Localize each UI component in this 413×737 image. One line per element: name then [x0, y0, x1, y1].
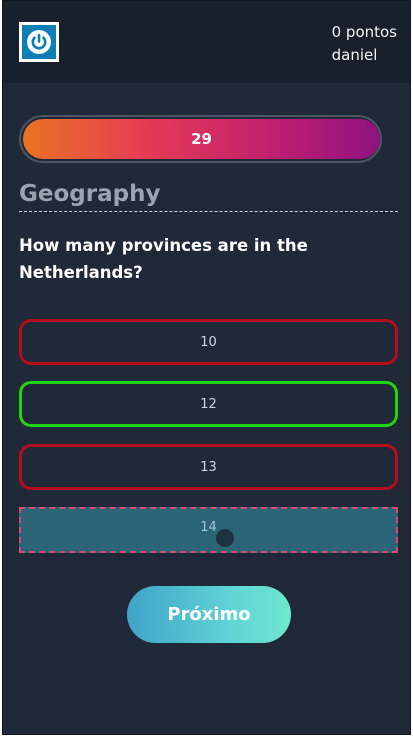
answer-option[interactable]: 10 — [19, 319, 398, 365]
timer-value: 29 — [191, 130, 212, 148]
next-button[interactable]: Próximo — [127, 586, 291, 643]
top-bar: 0 pontos daniel — [3, 1, 410, 83]
answer-option[interactable]: 14 — [19, 507, 398, 553]
points-label: 0 pontos — [331, 23, 397, 41]
answer-label: 10 — [200, 334, 217, 350]
power-icon — [22, 25, 56, 59]
quiz-screen: 0 pontos daniel 29 Geography How many pr… — [2, 0, 411, 735]
category-title: Geography — [19, 181, 398, 212]
user-info: 0 pontos daniel — [332, 21, 397, 67]
timer-fill: 29 — [23, 119, 380, 159]
timer-bar: 29 — [19, 115, 382, 163]
username-label: daniel — [331, 46, 378, 64]
question-text: How many provinces are in the Netherland… — [19, 236, 308, 282]
logout-button[interactable] — [19, 22, 59, 62]
answer-option[interactable]: 12 — [19, 381, 398, 427]
answer-label: 14 — [200, 519, 217, 535]
answer-label: 13 — [200, 459, 217, 475]
answer-option[interactable]: 13 — [19, 444, 398, 490]
answer-label: 12 — [200, 396, 217, 412]
cursor-dot — [216, 529, 234, 547]
